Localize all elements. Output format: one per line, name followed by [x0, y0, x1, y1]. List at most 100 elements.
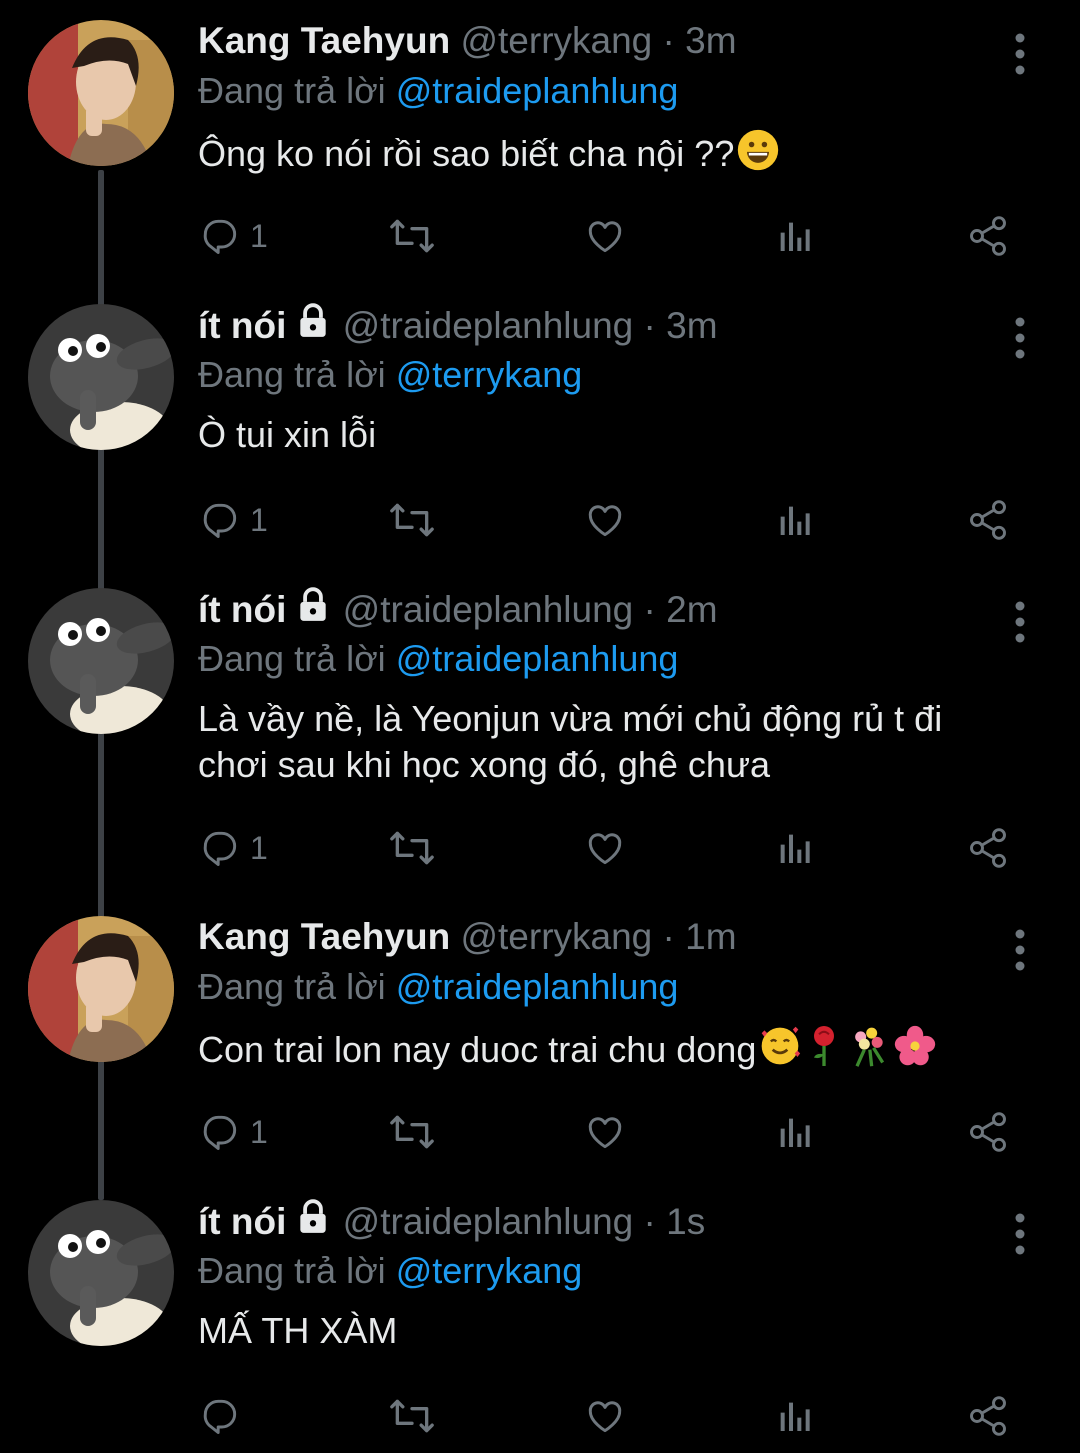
retweet-button[interactable]	[386, 1108, 438, 1156]
grinning-emoji	[736, 128, 780, 183]
user-handle[interactable]: @traideplanhlung	[343, 589, 634, 630]
tweet-header: ít nói @traideplanhlung · 3m	[198, 302, 718, 351]
mention-link[interactable]: @traideplanhlung	[396, 966, 679, 1007]
replying-to: Đang trả lời @traideplanhlung	[198, 636, 678, 682]
tweet-text-content: Là vầy nề, là Yeonjun vừa mới chủ động r…	[198, 698, 943, 785]
timestamp[interactable]: 2m	[666, 589, 717, 630]
timestamp[interactable]: 1m	[685, 916, 736, 957]
mention-link[interactable]: @traideplanhlung	[396, 638, 679, 679]
share-icon	[966, 1394, 1010, 1438]
more-options-icon[interactable]	[1008, 314, 1032, 370]
timestamp[interactable]: 1s	[666, 1201, 705, 1242]
replying-prefix: Đang trả lời	[198, 638, 386, 679]
action-bar: 1	[198, 824, 1018, 872]
more-options-icon[interactable]	[1008, 926, 1032, 982]
like-button[interactable]	[582, 212, 628, 260]
reply-icon	[198, 1110, 242, 1154]
analytics-icon	[776, 826, 816, 870]
like-button[interactable]	[582, 1108, 628, 1156]
retweet-button[interactable]	[386, 212, 438, 260]
reply-count: 1	[250, 829, 268, 866]
lock-icon	[294, 302, 332, 351]
reply-count: 1	[250, 501, 268, 538]
heart-icon	[582, 214, 628, 258]
reply-button[interactable]: 1	[198, 212, 268, 260]
more-options-icon[interactable]	[1008, 30, 1032, 86]
share-button[interactable]	[966, 212, 1010, 260]
user-handle[interactable]: @traideplanhlung	[343, 1201, 634, 1242]
replying-to: Đang trả lời @traideplanhlung	[198, 964, 678, 1010]
reply-button[interactable]: 1	[198, 496, 268, 544]
heart-icon	[582, 826, 628, 870]
replying-prefix: Đang trả lời	[198, 1250, 386, 1291]
user-handle[interactable]: @terrykang	[460, 916, 652, 957]
replying-to: Đang trả lời @terrykang	[198, 352, 582, 398]
analytics-icon	[776, 498, 816, 542]
display-name[interactable]: Kang Taehyun	[198, 916, 450, 957]
avatar[interactable]	[28, 304, 174, 450]
like-button[interactable]	[582, 824, 628, 872]
action-bar: 1	[198, 496, 1018, 544]
rose-emoji	[804, 1024, 844, 1079]
tweet-text: Là vầy nề, là Yeonjun vừa mới chủ động r…	[198, 696, 1018, 788]
reply-button[interactable]: 1	[198, 1108, 268, 1156]
replying-prefix: Đang trả lời	[198, 966, 386, 1007]
analytics-button[interactable]	[776, 1392, 816, 1440]
analytics-button[interactable]	[776, 212, 816, 260]
share-button[interactable]	[966, 496, 1010, 544]
mention-link[interactable]: @traideplanhlung	[396, 70, 679, 111]
retweet-icon	[386, 1110, 438, 1154]
tweet-text-content: Ò tui xin lỗi	[198, 414, 377, 455]
tweet-text: Ông ko nói rồi sao biết cha nội ??	[198, 128, 1018, 183]
tweet-header: Kang Taehyun @terrykang · 3m	[198, 18, 737, 64]
tweet-text: Ò tui xin lỗi	[198, 412, 1018, 458]
share-button[interactable]	[966, 824, 1010, 872]
display-name[interactable]: Kang Taehyun	[198, 20, 450, 61]
user-handle[interactable]: @terrykang	[460, 20, 652, 61]
share-button[interactable]	[966, 1108, 1010, 1156]
mention-link[interactable]: @terrykang	[396, 1250, 583, 1291]
reply-icon	[198, 1394, 242, 1438]
timestamp[interactable]: 3m	[685, 20, 736, 61]
mention-link[interactable]: @terrykang	[396, 354, 583, 395]
display-name[interactable]: ít nói	[198, 589, 286, 630]
share-icon	[966, 498, 1010, 542]
lock-icon	[294, 586, 332, 635]
heart-icon	[582, 1394, 628, 1438]
replying-to: Đang trả lời @traideplanhlung	[198, 68, 678, 114]
avatar[interactable]	[28, 20, 174, 166]
reply-count: 1	[250, 217, 268, 254]
reply-icon	[198, 214, 242, 258]
reply-button[interactable]	[198, 1392, 250, 1440]
more-options-icon[interactable]	[1008, 1210, 1032, 1266]
heart-icon	[582, 1110, 628, 1154]
like-button[interactable]	[582, 1392, 628, 1440]
avatar[interactable]	[28, 588, 174, 734]
more-options-icon[interactable]	[1008, 598, 1032, 654]
reply-icon	[198, 498, 242, 542]
smiling-hearts-emoji	[758, 1024, 802, 1079]
retweet-button[interactable]	[386, 824, 438, 872]
avatar[interactable]	[28, 1200, 174, 1346]
analytics-button[interactable]	[776, 1108, 816, 1156]
like-button[interactable]	[582, 496, 628, 544]
analytics-button[interactable]	[776, 824, 816, 872]
tweet-text-content: MẤ TH XÀM	[198, 1310, 398, 1351]
user-handle[interactable]: @traideplanhlung	[343, 305, 634, 346]
retweet-button[interactable]	[386, 496, 438, 544]
display-name[interactable]: ít nói	[198, 1201, 286, 1242]
retweet-button[interactable]	[386, 1392, 438, 1440]
bouquet-emoji	[846, 1024, 890, 1079]
timestamp[interactable]: 3m	[666, 305, 717, 346]
reply-button[interactable]: 1	[198, 824, 268, 872]
reply-icon	[198, 826, 242, 870]
tweet-header: ít nói @traideplanhlung · 2m	[198, 586, 718, 635]
retweet-icon	[386, 826, 438, 870]
avatar[interactable]	[28, 916, 174, 1062]
share-button[interactable]	[966, 1392, 1010, 1440]
analytics-button[interactable]	[776, 496, 816, 544]
display-name[interactable]: ít nói	[198, 305, 286, 346]
replying-prefix: Đang trả lời	[198, 354, 386, 395]
retweet-icon	[386, 1394, 438, 1438]
analytics-icon	[776, 1394, 816, 1438]
